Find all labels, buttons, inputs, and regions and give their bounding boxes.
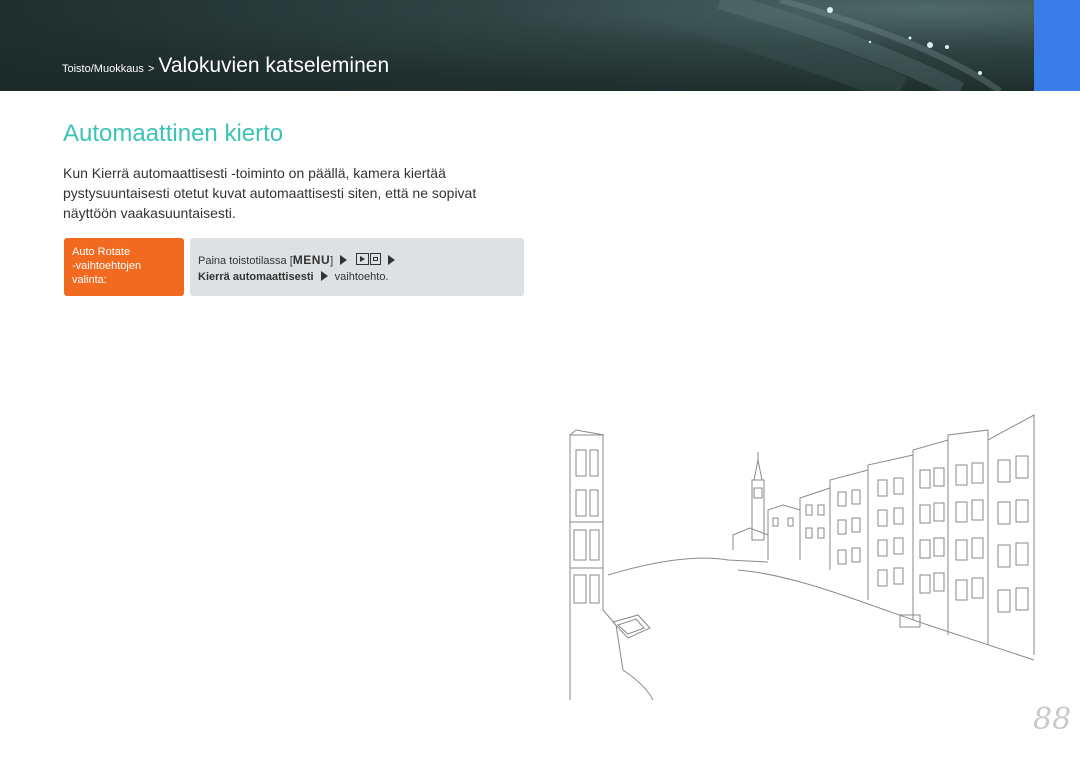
page-number: 88 (1033, 702, 1072, 737)
step-prefix-text: Paina toistotilassa [ (198, 255, 293, 267)
section-heading: Automaattinen kierto (63, 120, 284, 147)
instruction-steps: Paina toistotilassa [MENU] Kierrä automa… (190, 238, 524, 296)
instruction-step-line2: Kierrä automaattisesti vaihtoehto. (198, 269, 516, 285)
instruction-label: Auto Rotate -vaihtoehtojen valinta: (64, 238, 184, 296)
arrow-right-icon (388, 255, 396, 265)
edit-icon (370, 253, 382, 265)
instruction-label-line1: Auto Rotate (72, 246, 131, 258)
play-menu-icon (356, 253, 370, 265)
breadcrumb-section: Toisto/Muokkaus (62, 63, 144, 75)
arrow-right-icon (340, 255, 348, 265)
arrow-right-icon (320, 271, 328, 281)
step-bracket-close: ] (330, 255, 334, 267)
menu-key-label: MENU (292, 253, 331, 267)
breadcrumb: Toisto/Muokkaus > Valokuvien katseleminen (62, 54, 389, 78)
instruction-label-line2: -vaihtoehtojen (72, 260, 142, 272)
breadcrumb-separator: > (147, 63, 155, 75)
option-suffix: vaihtoehto. (334, 271, 389, 283)
instruction-step-line1: Paina toistotilassa [MENU] (198, 252, 516, 269)
header-banner: Toisto/Muokkaus > Valokuvien katseleminen (0, 0, 1034, 91)
side-tab[interactable] (1034, 0, 1080, 91)
breadcrumb-current-page: Valokuvien katseleminen (158, 54, 390, 77)
instruction-label-line3: valinta: (72, 274, 107, 286)
intro-paragraph: Kun Kierrä automaattisesti -toiminto on … (63, 165, 477, 221)
option-name: Kierrä automaattisesti (198, 271, 314, 283)
venice-canal-illustration (569, 414, 1035, 700)
